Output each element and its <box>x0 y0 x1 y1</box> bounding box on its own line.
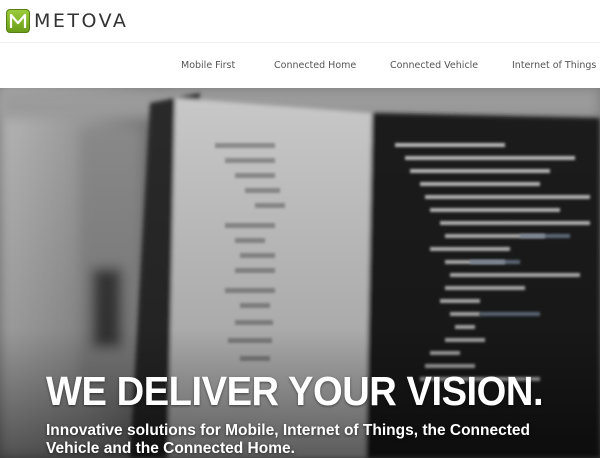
metova-m-logo-icon <box>6 9 30 33</box>
hero-banner: WE DELIVER YOUR VISION. Innovative solut… <box>0 88 600 458</box>
brand-name: METOVA <box>34 10 129 32</box>
nav-connected-vehicle[interactable]: Connected Vehicle <box>390 60 478 71</box>
hero-headline: WE DELIVER YOUR VISION. <box>46 368 544 414</box>
nav-mobile-first[interactable]: Mobile First <box>181 60 235 71</box>
main-nav: Mobile First Connected Home Connected Ve… <box>0 42 600 88</box>
nav-connected-home[interactable]: Connected Home <box>274 60 356 71</box>
nav-internet-of-things[interactable]: Internet of Things <box>512 60 596 71</box>
top-header: METOVA <box>0 0 600 42</box>
brand-logo[interactable]: METOVA <box>6 9 128 33</box>
hero-subtext: Innovative solutions for Mobile, Interne… <box>46 422 530 457</box>
